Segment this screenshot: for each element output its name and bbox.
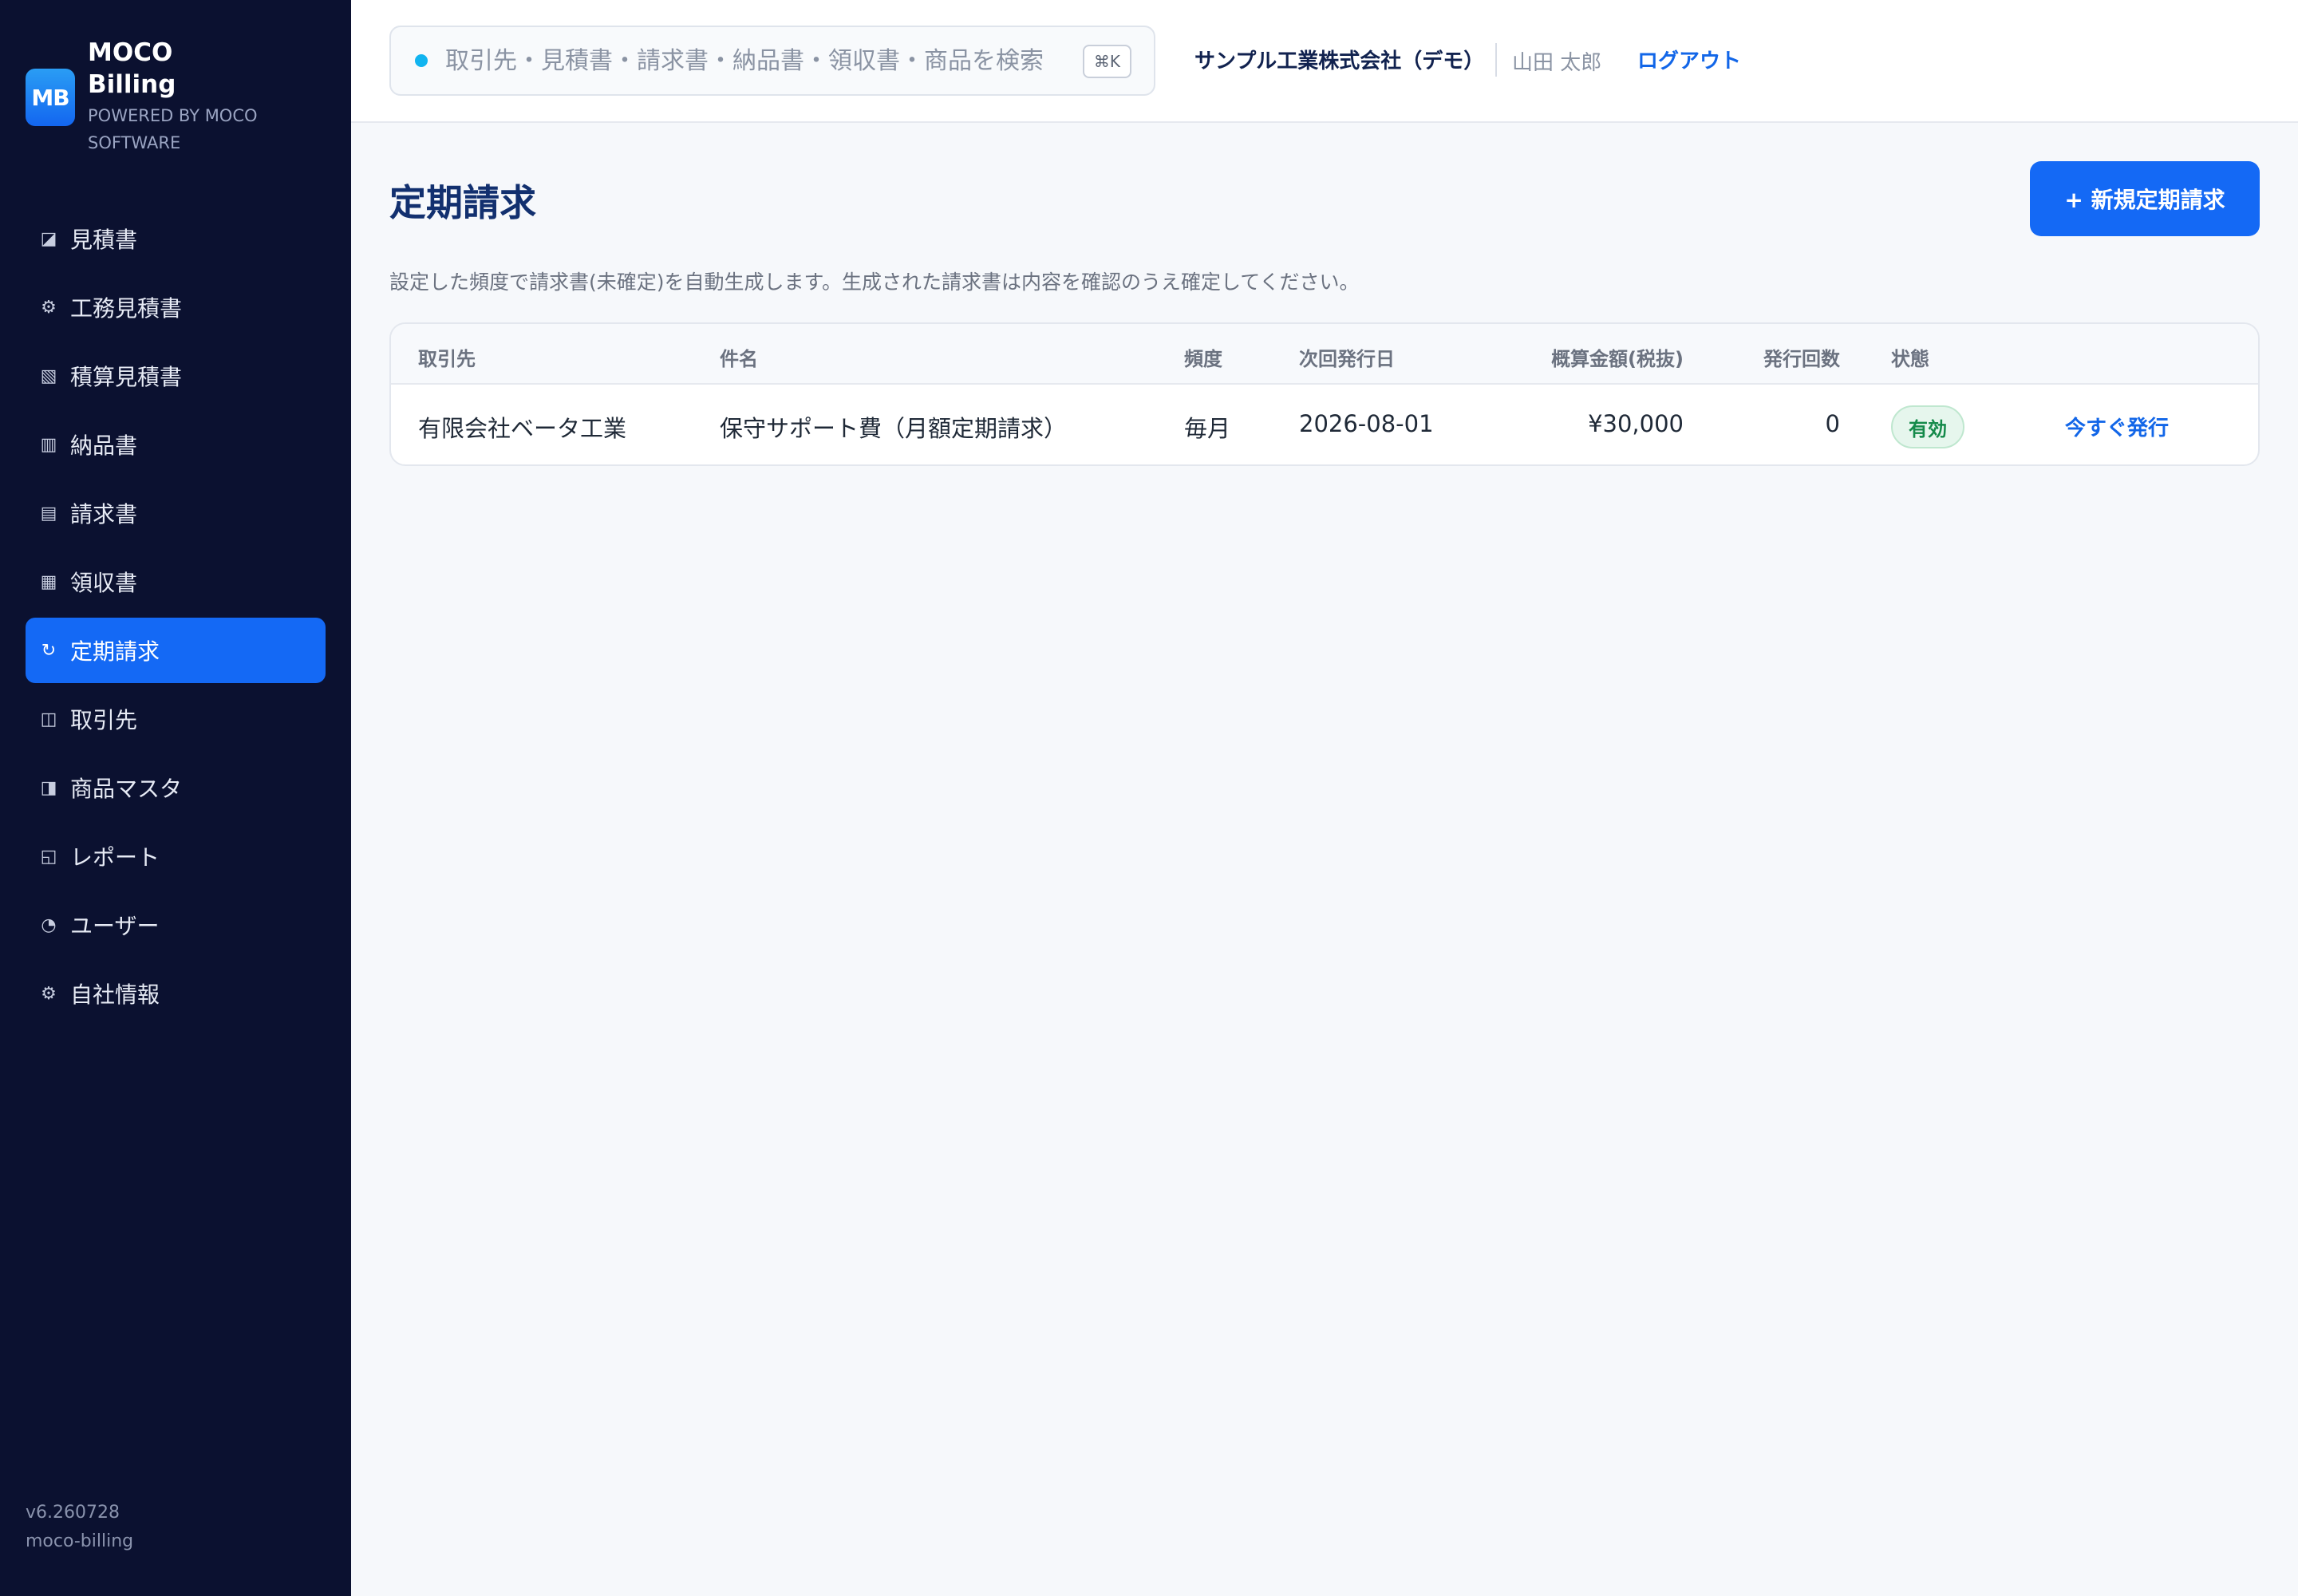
sidebar-item-label: 工務見積書 xyxy=(70,295,183,322)
gear-icon: ⚙ xyxy=(41,297,57,318)
new-recurring-billing-button[interactable]: + 新規定期請求 xyxy=(2030,161,2260,236)
refresh-icon: ↻ xyxy=(41,640,57,661)
book-icon: ◫ xyxy=(40,709,57,729)
sidebar-item-clients[interactable]: ◫ 取引先 xyxy=(26,686,326,752)
table-row[interactable]: 有限会社ベータ工業 保守サポート費（月額定期請求） 毎月 2026-08-01 … xyxy=(391,385,2258,464)
sidebar-item-label: 請求書 xyxy=(70,501,138,527)
cell-amount: ¥30,000 xyxy=(1588,410,1684,437)
top-header: ⌘K サンプル工業株式会社（デモ） 山田 太郎 ログアウト xyxy=(351,0,2298,123)
sidebar-item-receipts[interactable]: ▦ 領収書 xyxy=(26,549,326,614)
sidebar-item-products[interactable]: ◨ 商品マスタ xyxy=(26,755,326,820)
column-header-client: 取引先 xyxy=(418,348,476,370)
logout-link[interactable]: ログアウト xyxy=(1637,45,1741,74)
sidebar-item-recurring-billing[interactable]: ↻ 定期請求 xyxy=(26,618,326,683)
brand-tagline: POWERED BY MOCO SOFTWARE xyxy=(88,106,258,152)
app-id: moco-billing xyxy=(26,1531,134,1551)
sidebar-item-users[interactable]: ◔ ユーザー xyxy=(26,892,326,958)
half-box-icon: ◨ xyxy=(40,777,57,798)
sidebar-item-company-info[interactable]: ⚙ 自社情報 xyxy=(26,961,326,1026)
page-description: 設定した頻度で請求書(未確定)を自動生成します。生成された請求書は内容を確認のう… xyxy=(389,271,1360,294)
column-header-status: 状態 xyxy=(1891,348,1929,370)
sidebar-item-label: 納品書 xyxy=(70,433,138,459)
sidebar-item-label: 自社情報 xyxy=(70,982,160,1008)
version-number: v6.260728 xyxy=(26,1503,120,1523)
column-header-count: 発行回数 xyxy=(1763,348,1840,370)
sidebar-item-construction-estimates[interactable]: ⚙ 工務見積書 xyxy=(26,275,326,340)
header-divider xyxy=(1495,43,1497,77)
version-info: v6.260728 moco-billing xyxy=(26,1499,133,1556)
sidebar-item-reports[interactable]: ◱ レポート xyxy=(26,824,326,889)
user-name: 山田 太郎 xyxy=(1512,51,1602,75)
cell-subject: 保守サポート費（月額定期請求） xyxy=(720,415,1068,442)
cog-icon: ⚙ xyxy=(41,983,57,1004)
recurring-billing-table: 取引先 件名 頻度 次回発行日 概算金額(税抜) 発行回数 状態 有限会社ベータ… xyxy=(389,322,2260,466)
sidebar-item-label: 積算見積書 xyxy=(70,364,183,390)
search-input[interactable] xyxy=(445,46,1076,75)
cell-frequency: 毎月 xyxy=(1184,415,1231,442)
sidebar-item-label: 商品マスタ xyxy=(70,776,183,802)
table-header: 取引先 件名 頻度 次回発行日 概算金額(税抜) 発行回数 状態 xyxy=(391,324,2258,385)
page-title: 定期請求 xyxy=(389,181,536,224)
company-name: サンプル工業株式会社（デモ） xyxy=(1194,49,1485,73)
sidebar-item-label: ユーザー xyxy=(70,913,160,939)
search-status-icon xyxy=(415,54,428,67)
sidebar-item-label: 領収書 xyxy=(70,570,138,596)
sidebar: MB MOCO Billing POWERED BY MOCO SOFTWARE… xyxy=(0,0,351,1596)
sidebar-item-label: 定期請求 xyxy=(70,638,160,665)
pie-icon: ◔ xyxy=(41,915,57,935)
cell-next-date: 2026-08-01 xyxy=(1299,410,1434,437)
brand-text: MOCO Billing POWERED BY MOCO SOFTWARE xyxy=(88,37,279,156)
brand[interactable]: MB MOCO Billing POWERED BY MOCO SOFTWARE xyxy=(26,37,279,156)
sidebar-item-invoices[interactable]: ▤ 請求書 xyxy=(26,480,326,546)
sidebar-item-estimates[interactable]: ◪ 見積書 xyxy=(26,206,326,271)
report-icon: ◱ xyxy=(40,846,57,867)
sidebar-item-label: レポート xyxy=(70,844,160,871)
brand-name: MOCO Billing xyxy=(88,38,176,99)
global-search[interactable]: ⌘K xyxy=(389,26,1155,96)
column-header-amount: 概算金額(税抜) xyxy=(1551,348,1684,370)
sidebar-item-label: 見積書 xyxy=(70,227,138,253)
sidebar-item-label: 取引先 xyxy=(70,707,138,733)
issue-now-link[interactable]: 今すぐ発行 xyxy=(2065,412,2169,441)
column-header-frequency: 頻度 xyxy=(1184,348,1222,370)
hatched-square-icon: ▧ xyxy=(40,365,57,386)
column-header-subject: 件名 xyxy=(720,348,758,370)
search-shortcut-badge: ⌘K xyxy=(1082,45,1131,78)
lines-square-icon: ▤ xyxy=(40,503,57,523)
columns-icon: ▥ xyxy=(40,434,57,455)
sidebar-item-cost-estimates[interactable]: ▧ 積算見積書 xyxy=(26,343,326,409)
grid-square-icon: ▦ xyxy=(40,571,57,592)
sidebar-item-delivery-notes[interactable]: ▥ 納品書 xyxy=(26,412,326,477)
cell-client: 有限会社ベータ工業 xyxy=(418,415,627,442)
status-badge: 有効 xyxy=(1891,405,1964,448)
column-header-next-date: 次回発行日 xyxy=(1299,348,1395,370)
sidebar-nav: ◪ 見積書 ⚙ 工務見積書 ▧ 積算見積書 ▥ 納品書 ▤ 請求書 ▦ 領収書 … xyxy=(26,206,326,1029)
half-square-icon: ◪ xyxy=(40,228,57,249)
cell-count: 0 xyxy=(1825,410,1840,437)
brand-logo: MB xyxy=(26,69,75,126)
